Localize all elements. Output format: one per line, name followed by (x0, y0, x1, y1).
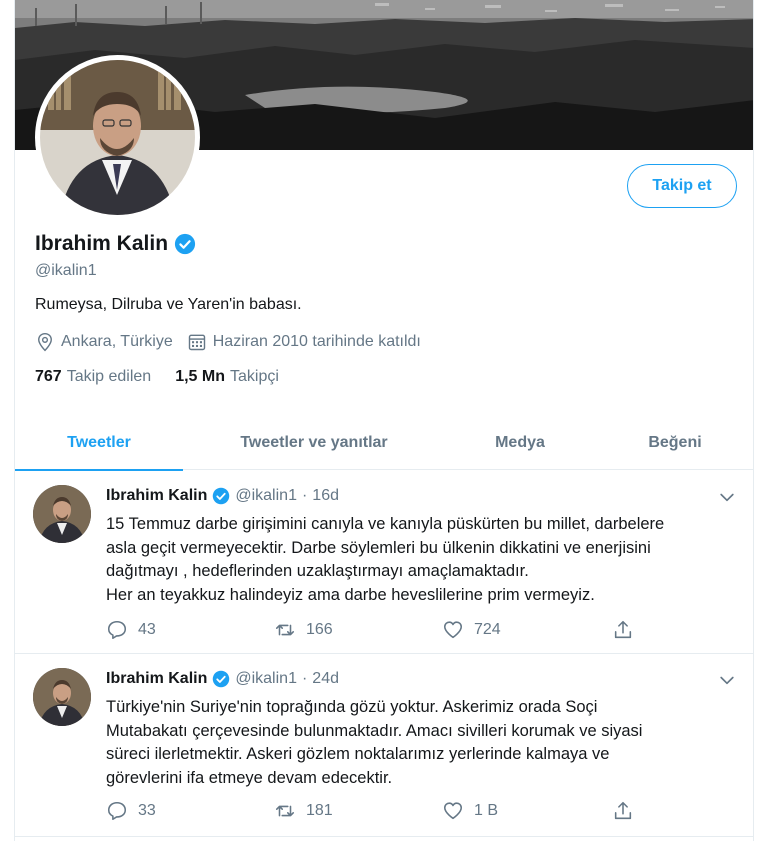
reply-button[interactable]: 43 (106, 619, 274, 641)
reply-icon (107, 620, 127, 640)
tweet-actions: 33 181 1 B (106, 800, 634, 822)
heart-icon (443, 802, 463, 820)
tweet-separator: · (301, 487, 308, 504)
share-button[interactable] (612, 619, 634, 641)
location-pin-icon (38, 332, 52, 352)
tab-likes[interactable]: Beğeni (595, 416, 753, 470)
tab-media[interactable]: Medya (445, 416, 595, 470)
verified-badge-icon (213, 670, 230, 688)
tweet-text-line: Mutabakatı çerçevesinde bulunmaktadır. A… (106, 721, 643, 740)
tweet-text-line: 15 Temmuz darbe girişimini canıyla ve ka… (106, 515, 665, 533)
profile-meta: Ankara, Türkiye Haziran 2010 tarihinde k… (35, 332, 435, 352)
retweet-icon (275, 624, 295, 636)
tweet-author-name[interactable]: Ibrahim Kalin (106, 670, 207, 688)
tweet-text-line: Türkiye'nin Suriye'nin toprağında gözü y… (106, 698, 598, 716)
tweet[interactable]: Ibrahim Kalin @ikalin1 · 24d Türkiye'nin… (15, 654, 753, 837)
share-icon (614, 620, 632, 639)
tab-tweets[interactable]: Tweetler (15, 416, 183, 471)
retweet-count: 166 (306, 621, 333, 638)
tweet-timestamp[interactable]: 16d (312, 487, 339, 505)
retweet-icon (275, 805, 295, 817)
retweet-count: 181 (306, 802, 333, 819)
tweet-text-line: asla geçit vermeyecektir. Darbe söylemle… (106, 538, 651, 557)
tweet-text-line: görevlerini ifa etmeye devam edecektir. (106, 768, 393, 787)
profile-joined-text: Haziran 2010 tarihinde katıldı (212, 333, 421, 350)
profile-bio: Rumeysa, Dilruba ve Yaren'in babası. (35, 296, 302, 313)
tweet-text: Türkiye'nin Suriye'nin toprağında gözü y… (106, 696, 736, 790)
heart-icon (443, 621, 463, 639)
chevron-down-icon[interactable] (717, 487, 737, 507)
share-icon (614, 801, 632, 820)
tweet-avatar[interactable] (33, 668, 91, 726)
profile-page: Takip et Ibrahim Kalin @ikalin1 Rumeysa,… (14, 0, 754, 841)
tweet-separator: · (301, 670, 308, 687)
followers-label: Takipçi (230, 368, 279, 385)
following-stat[interactable]: 767 Takip edilen (35, 368, 151, 386)
profile-joined: Haziran 2010 tarihinde katıldı (187, 332, 421, 352)
tweet-text: 15 Temmuz darbe girişimini canıyla ve ka… (106, 513, 736, 607)
tweet-text-line: Her an teyakkuz halindeyiz ama darbe hev… (106, 585, 595, 604)
tweet-actions: 43 166 724 (106, 619, 634, 641)
reply-count: 33 (138, 802, 156, 819)
reply-count: 43 (138, 621, 156, 638)
profile-handle: @ikalin1 (35, 262, 97, 279)
profile-avatar[interactable] (35, 55, 200, 220)
tweet-timestamp[interactable]: 24d (312, 670, 339, 688)
retweet-button[interactable]: 181 (274, 800, 442, 822)
tweet-header: Ibrahim Kalin @ikalin1 · 24d (106, 670, 339, 688)
tweet-header: Ibrahim Kalin @ikalin1 · 16d (106, 487, 339, 505)
profile-location: Ankara, Türkiye (35, 332, 173, 352)
reply-button[interactable]: 33 (106, 800, 274, 822)
followers-count: 1,5 Mn (175, 368, 225, 385)
followers-stat[interactable]: 1,5 Mn Takipçi (175, 368, 279, 386)
tweet-text-line: süreci ilerletmektir. Askeri gözlem nokt… (106, 745, 610, 763)
profile-stats: 767 Takip edilen 1,5 Mn Takipçi (35, 368, 303, 386)
calendar-icon (188, 334, 205, 351)
tab-tweets-and-replies[interactable]: Tweetler ve yanıtlar (183, 416, 445, 470)
tweet-text-line: dağıtmayı , hedeflerinden uzaklaştırmayı… (106, 562, 529, 580)
profile-name-row: Ibrahim Kalin (35, 232, 196, 256)
like-count: 1 B (474, 802, 499, 819)
tweet-author-handle[interactable]: @ikalin1 (235, 670, 297, 688)
following-count: 767 (35, 368, 62, 385)
reply-icon (107, 801, 127, 821)
tweet-author-handle[interactable]: @ikalin1 (235, 487, 297, 505)
share-button[interactable] (612, 800, 634, 822)
tweet-author-name[interactable]: Ibrahim Kalin (106, 487, 207, 505)
tweet-avatar[interactable] (33, 485, 91, 543)
retweet-button[interactable]: 166 (274, 619, 442, 641)
like-button[interactable]: 1 B (442, 800, 612, 822)
profile-display-name: Ibrahim Kalin (35, 232, 169, 255)
follow-button[interactable]: Takip et (627, 164, 737, 208)
chevron-down-icon[interactable] (717, 670, 737, 690)
verified-badge-icon (174, 233, 196, 255)
following-label: Takip edilen (66, 368, 152, 385)
profile-location-text: Ankara, Türkiye (61, 333, 173, 350)
like-button[interactable]: 724 (442, 619, 612, 641)
verified-badge-icon (213, 487, 230, 505)
tweet[interactable]: Ibrahim Kalin @ikalin1 · 16d 15 Temmuz d… (15, 471, 753, 654)
like-count: 724 (474, 621, 501, 638)
profile-tabs: Tweetler Tweetler ve yanıtlar Medya Beğe… (15, 416, 753, 471)
